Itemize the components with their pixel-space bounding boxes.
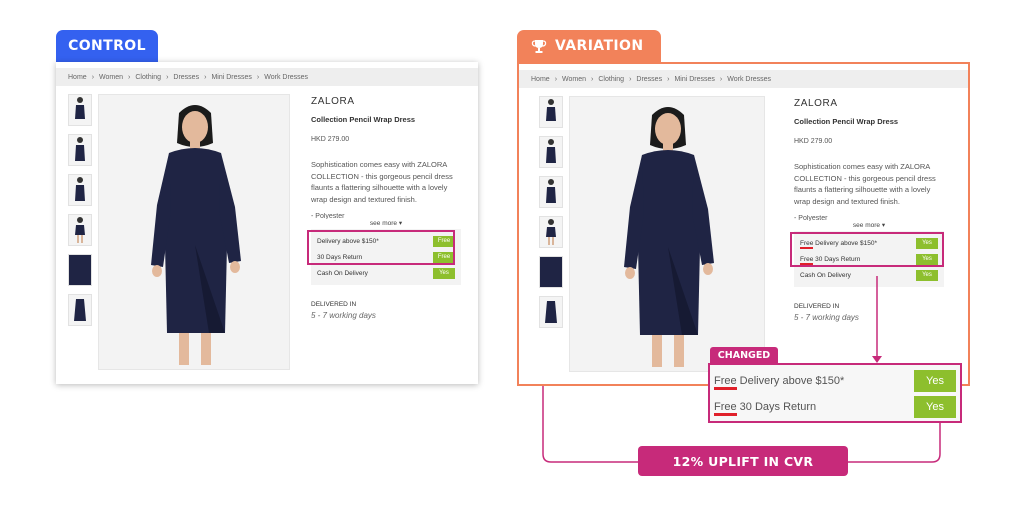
connector-lines xyxy=(542,276,941,463)
changed-badge: Yes xyxy=(914,396,956,418)
uplift-badge: 12% UPLIFT IN CVR xyxy=(638,446,848,476)
changed-badge: Yes xyxy=(914,370,956,392)
changed-label: Free 30 Days Return xyxy=(714,401,816,416)
changed-label: Free Delivery above $150* xyxy=(714,375,844,390)
changed-tag: CHANGED xyxy=(710,347,778,364)
changed-row: Free 30 Days Return Yes xyxy=(714,394,956,420)
arrow-down-icon xyxy=(872,356,882,363)
changed-callout: Free Delivery above $150* Yes Free 30 Da… xyxy=(708,363,962,423)
changed-row: Free Delivery above $150* Yes xyxy=(714,368,956,394)
